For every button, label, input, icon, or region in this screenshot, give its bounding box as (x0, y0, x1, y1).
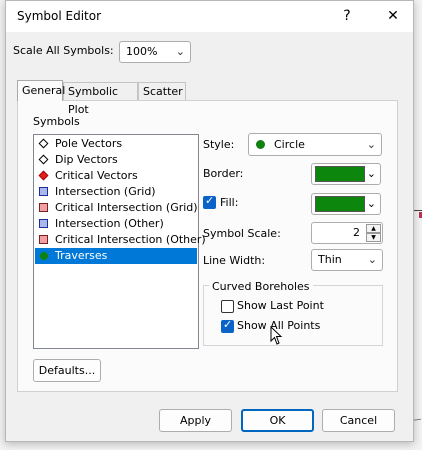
list-item[interactable]: Critical Intersection (Grid) (35, 200, 198, 216)
list-item[interactable]: Critical Vectors (35, 168, 197, 184)
list-item[interactable]: Critical Intersection (Other) (35, 232, 206, 248)
symbols-listbox[interactable]: Pole Vectors Dip Vectors Critical Vector… (33, 134, 206, 349)
symbol-scale-label: Symbol Scale: (203, 227, 281, 240)
list-item-label: Critical Intersection (Grid) (55, 201, 198, 214)
list-item-selected[interactable]: Traverses (35, 248, 197, 264)
spin-down-icon[interactable]: ▼ (366, 233, 381, 242)
line-width-dropdown[interactable]: Thin ⌄ (311, 249, 383, 271)
fill-color-picker[interactable]: ⌄ (311, 193, 381, 215)
border-label: Border: (203, 167, 244, 180)
square-red-icon (39, 203, 48, 212)
diamond-open-icon (38, 138, 49, 149)
border-color-swatch (315, 166, 365, 182)
list-item[interactable]: Dip Vectors (35, 152, 197, 168)
list-item-label: Critical Intersection (Other) (55, 233, 206, 246)
list-item-label: Intersection (Other) (55, 217, 164, 230)
list-item-label: Intersection (Grid) (55, 185, 156, 198)
diamond-open-icon (38, 154, 49, 165)
circle-green-icon (256, 140, 265, 149)
scale-all-dropdown[interactable]: 100% ⌄ (119, 41, 191, 63)
list-item[interactable]: Intersection (Grid) (35, 184, 197, 200)
tab-general[interactable]: General (17, 80, 65, 101)
fill-color-swatch (315, 196, 365, 212)
window-title: Symbol Editor (17, 9, 102, 23)
close-button[interactable]: ✕ (381, 6, 405, 26)
chevron-down-icon: ⌄ (366, 167, 376, 180)
line-width-value: Thin (318, 253, 342, 266)
title-bar: Symbol Editor ? ✕ (6, 1, 413, 32)
cancel-button[interactable]: Cancel (322, 409, 395, 432)
list-item-label: Traverses (55, 249, 108, 262)
show-last-point-label: Show Last Point (237, 299, 324, 312)
scale-all-value: 100% (126, 45, 158, 58)
tab-scatter[interactable]: Scatter (138, 82, 186, 100)
spin-up-icon[interactable]: ▲ (366, 224, 381, 233)
backdrop-line (414, 210, 422, 211)
tab-symbolic-plot[interactable]: Symbolic Plot (63, 82, 138, 116)
fill-checkbox[interactable]: ✓ (203, 194, 216, 209)
curved-boreholes-group (203, 285, 383, 346)
ok-button[interactable]: OK (241, 409, 314, 432)
help-button[interactable]: ? (336, 6, 358, 26)
chevron-down-icon: ⌄ (366, 138, 376, 151)
symbols-group-label: Symbols (31, 115, 82, 128)
square-red-icon (39, 235, 48, 244)
checkmark-icon: ✓ (223, 318, 233, 331)
checkmark-icon: ✓ (205, 194, 215, 207)
square-blue-icon (39, 187, 48, 196)
chevron-down-icon: ⌄ (367, 253, 377, 266)
chevron-down-icon: ⌄ (366, 197, 376, 210)
list-item[interactable]: Pole Vectors (35, 136, 197, 152)
diamond-red-icon (38, 170, 49, 181)
line-width-label: Line Width: (203, 254, 266, 267)
list-item-label: Pole Vectors (55, 137, 123, 150)
defaults-button[interactable]: Defaults... (33, 359, 101, 382)
scale-all-label: Scale All Symbols: (13, 44, 114, 57)
style-value: Circle (274, 138, 305, 151)
circle-green-icon (40, 252, 48, 260)
square-blue-icon (39, 219, 48, 228)
chevron-down-icon: ⌄ (175, 45, 185, 58)
list-item-label: Dip Vectors (55, 153, 118, 166)
list-item-label: Critical Vectors (55, 169, 138, 182)
show-all-points-checkbox[interactable]: ✓ (221, 318, 234, 333)
border-color-picker[interactable]: ⌄ (311, 163, 381, 185)
list-item[interactable]: Intersection (Other) (35, 216, 197, 232)
apply-button[interactable]: Apply (159, 409, 232, 432)
symbol-scale-value: 2 (353, 226, 360, 239)
show-last-point-checkbox[interactable] (221, 300, 234, 313)
style-dropdown[interactable]: Circle ⌄ (248, 133, 382, 156)
curved-boreholes-label: Curved Boreholes (209, 280, 313, 293)
style-label: Style: (203, 138, 235, 151)
symbol-scale-spinner[interactable]: 2 ▲ ▼ (311, 222, 383, 244)
fill-label: Fill: (220, 196, 239, 209)
